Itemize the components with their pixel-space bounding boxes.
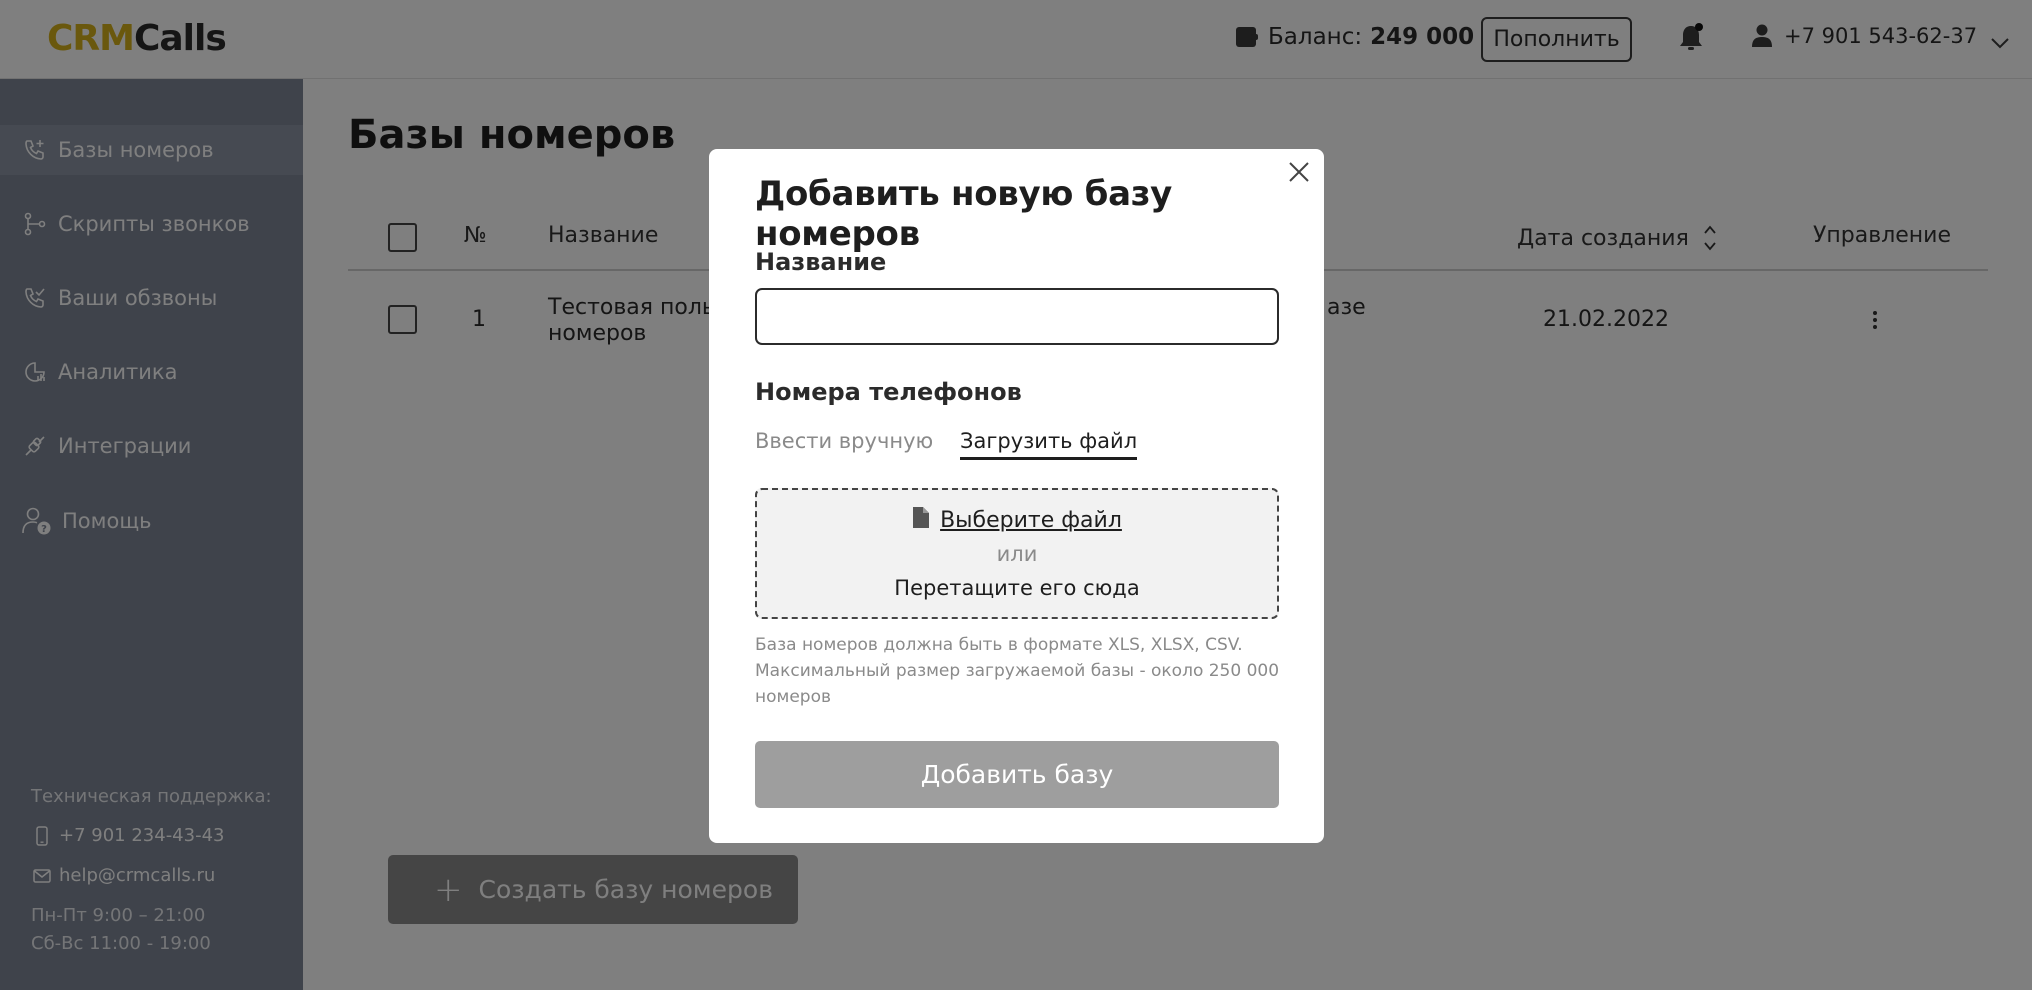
- add-base-modal: Добавить новую базу номеров Название Ном…: [709, 149, 1324, 843]
- file-icon: [912, 506, 930, 535]
- tab-manual-entry[interactable]: Ввести вручную: [755, 429, 933, 453]
- choose-file[interactable]: Выберите файл: [757, 506, 1277, 535]
- format-hint: База номеров должна быть в формате XLS, …: [755, 635, 1280, 707]
- add-base-button[interactable]: Добавить базу: [755, 741, 1279, 808]
- choose-file-link[interactable]: Выберите файл: [940, 508, 1122, 533]
- name-input[interactable]: [755, 288, 1279, 345]
- dropzone-drag-text: Перетащите его сюда: [894, 576, 1140, 600]
- phones-label: Номера телефонов: [755, 378, 1022, 406]
- tab-upload-file[interactable]: Загрузить файл: [960, 429, 1138, 460]
- modal-title: Добавить новую базу номеров: [755, 174, 1173, 254]
- dropzone-or: или: [996, 542, 1038, 566]
- name-label: Название: [755, 248, 887, 276]
- file-dropzone[interactable]: Выберите файл или Перетащите его сюда: [755, 488, 1279, 619]
